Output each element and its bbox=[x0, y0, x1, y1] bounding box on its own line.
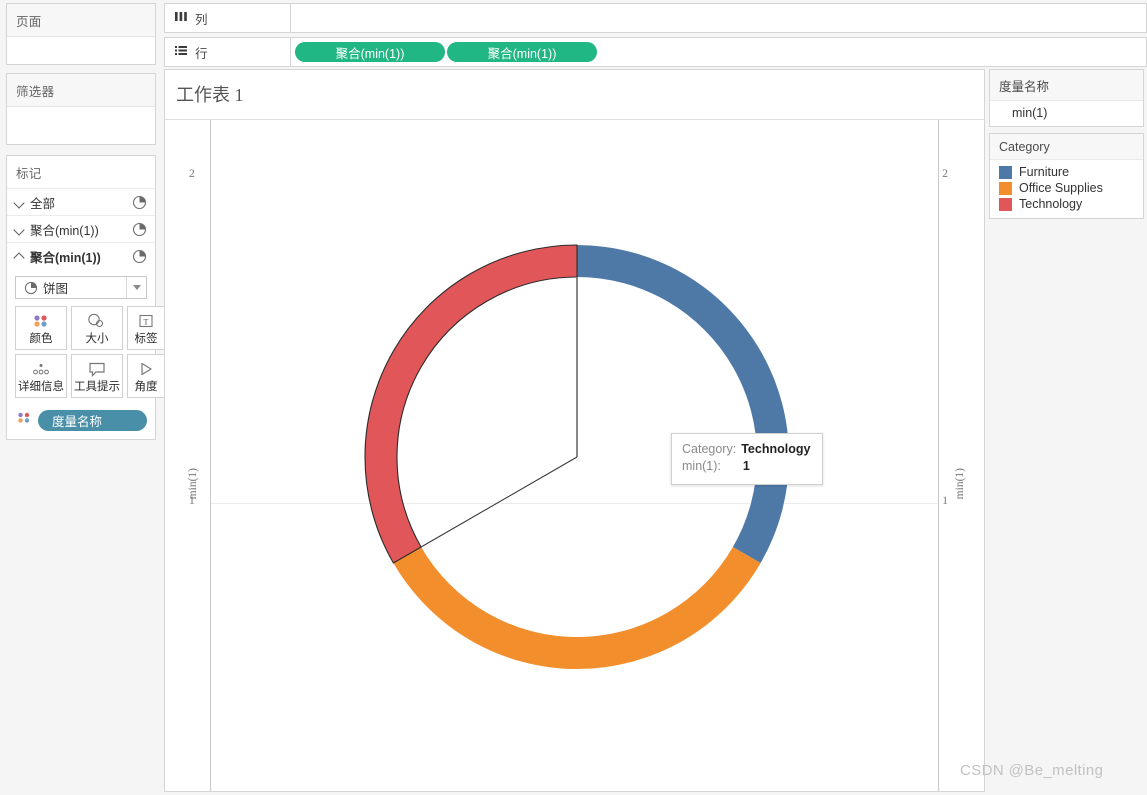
chevron-down-icon bbox=[13, 222, 27, 236]
tooltip-value-category: Technology bbox=[741, 442, 811, 456]
tooltip-button[interactable]: 工具提示 bbox=[71, 354, 123, 398]
columns-shelf-label: 列 bbox=[164, 3, 291, 33]
tooltip-button-label: 工具提示 bbox=[74, 381, 120, 393]
detail-button[interactable]: 详细信息 bbox=[15, 354, 67, 398]
pages-panel[interactable]: 页面 bbox=[6, 3, 156, 65]
rows-shelf: 行 聚合(min(1)) 聚合(min(1)) bbox=[164, 37, 1147, 67]
y-axis-title-right: min(1) bbox=[954, 468, 966, 500]
filters-panel[interactable]: 筛选器 bbox=[6, 73, 156, 145]
tooltip-row-category: Category: Technology bbox=[682, 441, 812, 458]
measure-names-legend-value[interactable]: min(1) bbox=[990, 101, 1143, 126]
label-button-label: 标签 bbox=[134, 333, 158, 345]
rows-shelf-label: 行 bbox=[164, 37, 291, 67]
detail-button-label: 详细信息 bbox=[18, 381, 64, 393]
plot-wrapper: 2 1 0 min(1) 2 1 0 min(1) bbox=[165, 119, 984, 791]
color-dots-icon bbox=[31, 311, 51, 331]
label-button[interactable]: T 标签 bbox=[127, 306, 165, 350]
pie-mark-icon bbox=[132, 195, 147, 210]
legend-item-technology[interactable]: Technology bbox=[990, 196, 1143, 212]
columns-label-text: 列 bbox=[195, 12, 208, 27]
angle-button[interactable]: 角度 bbox=[127, 354, 165, 398]
size-button[interactable]: 大小 bbox=[71, 306, 123, 350]
chevron-down-icon[interactable] bbox=[126, 277, 146, 298]
measure-names-legend: 度量名称 min(1) bbox=[989, 69, 1144, 127]
filters-title: 筛选器 bbox=[7, 74, 155, 107]
marks-color-encoding-row: 度量名称 bbox=[7, 398, 155, 431]
slice-furniture[interactable] bbox=[577, 245, 790, 563]
rows-pill-1[interactable]: 聚合(min(1)) bbox=[295, 42, 445, 62]
size-button-label: 大小 bbox=[85, 333, 109, 345]
measure-names-pill[interactable]: 度量名称 bbox=[38, 410, 147, 431]
rows-pill-2[interactable]: 聚合(min(1)) bbox=[447, 42, 597, 62]
color-button-label: 颜色 bbox=[29, 333, 53, 345]
y-axis-tick-top-right: 2 bbox=[942, 168, 948, 180]
color-dots-icon bbox=[16, 411, 32, 430]
marks-row-all[interactable]: 全部 bbox=[7, 188, 155, 215]
tooltip-value-measure: 1 bbox=[742, 459, 750, 473]
shelf-container: 列 行 聚合(min(1)) 聚合(min(1)) bbox=[164, 3, 1147, 71]
worksheet-title: 工作表 1 bbox=[176, 85, 244, 105]
angle-icon bbox=[138, 359, 154, 379]
y-axis-tick-top-left: 2 bbox=[189, 168, 195, 180]
marks-row-agg-1-label: 聚合(min(1)) bbox=[30, 223, 99, 238]
rows-label-text: 行 bbox=[195, 46, 208, 61]
marks-row-agg-2[interactable]: 聚合(min(1)) bbox=[7, 242, 155, 269]
plot-area[interactable]: Category: Technology min(1): 1 bbox=[210, 120, 939, 791]
mark-tooltip: Category: Technology min(1): 1 bbox=[671, 433, 823, 485]
color-button[interactable]: 颜色 bbox=[15, 306, 67, 350]
marks-row-agg-2-label: 聚合(min(1)) bbox=[30, 250, 101, 265]
mark-type-dropdown[interactable]: 饼图 bbox=[15, 276, 147, 299]
marks-button-grid: 颜色 大小 T 标签 详细信息 工具提示 角度 bbox=[7, 306, 165, 398]
category-legend-body: Furniture Office Supplies Technology bbox=[990, 160, 1143, 218]
marks-panel: 标记 全部 聚合(min(1)) 聚合(min(1)) 饼图 颜色 大小 T 标… bbox=[6, 155, 165, 440]
pie-mark-icon bbox=[132, 249, 147, 264]
rows-icon bbox=[174, 44, 188, 60]
highlight-line-end bbox=[420, 456, 578, 548]
marks-title: 标记 bbox=[7, 156, 155, 188]
legend-item-furniture[interactable]: Furniture bbox=[990, 164, 1143, 180]
detail-dots-icon bbox=[30, 359, 52, 379]
marks-row-all-label: 全部 bbox=[30, 196, 56, 211]
tooltip-key-measure: min(1): bbox=[682, 459, 721, 473]
svg-text:T: T bbox=[144, 317, 149, 326]
tooltip-icon bbox=[87, 359, 107, 379]
left-sidebar: 页面 筛选器 标记 全部 聚合(min(1)) 聚合(min(1)) 饼图 颜色… bbox=[0, 0, 165, 795]
y-axis-tick-mid-right: 1 bbox=[942, 495, 948, 507]
slice-office-supplies[interactable] bbox=[393, 547, 761, 670]
pie-mark-icon bbox=[132, 222, 147, 237]
label-text-icon: T bbox=[138, 311, 154, 331]
legend-label-office-supplies: Office Supplies bbox=[1019, 181, 1103, 195]
rows-drop-zone[interactable]: 聚合(min(1)) 聚合(min(1)) bbox=[291, 37, 1147, 67]
marks-card-body: 饼图 颜色 大小 T 标签 详细信息 工具提示 角度 度量名称 bbox=[7, 269, 165, 431]
chevron-down-icon bbox=[13, 195, 27, 209]
legend-label-technology: Technology bbox=[1019, 197, 1083, 211]
mark-type-value: 饼图 bbox=[43, 282, 69, 296]
legend-label-furniture: Furniture bbox=[1019, 165, 1070, 179]
tooltip-key-category: Category: bbox=[682, 442, 737, 456]
slice-technology[interactable] bbox=[364, 244, 578, 564]
category-legend-title: Category bbox=[990, 134, 1143, 160]
angle-button-label: 角度 bbox=[134, 381, 158, 393]
measure-names-legend-title: 度量名称 bbox=[990, 70, 1143, 101]
columns-drop-zone[interactable] bbox=[291, 3, 1147, 33]
pie-mark-icon bbox=[24, 281, 38, 295]
columns-icon bbox=[174, 10, 188, 26]
category-legend: Category Furniture Office Supplies Techn… bbox=[989, 133, 1144, 219]
tooltip-row-measure: min(1): 1 bbox=[682, 458, 812, 475]
size-icon bbox=[86, 311, 108, 331]
legend-swatch-technology bbox=[999, 197, 1012, 211]
legend-sidebar: 度量名称 min(1) Category Furniture Office Su… bbox=[989, 69, 1144, 225]
chevron-up-icon bbox=[13, 249, 27, 263]
donut-chart-render[interactable] bbox=[211, 120, 942, 794]
y-axis-title-left: min(1) bbox=[187, 468, 199, 500]
legend-swatch-office-supplies bbox=[999, 181, 1012, 195]
legend-swatch-furniture bbox=[999, 165, 1012, 179]
visualization-pane: 工作表 1 2 1 0 min(1) 2 1 0 min(1) bbox=[164, 69, 985, 792]
columns-shelf: 列 bbox=[164, 3, 1147, 33]
pages-title: 页面 bbox=[7, 4, 155, 37]
tableau-worksheet-window: 页面 筛选器 标记 全部 聚合(min(1)) 聚合(min(1)) 饼图 颜色… bbox=[0, 0, 1147, 795]
marks-row-agg-1[interactable]: 聚合(min(1)) bbox=[7, 215, 155, 242]
watermark-text: CSDN @Be_melting bbox=[960, 762, 1104, 779]
legend-item-office-supplies[interactable]: Office Supplies bbox=[990, 180, 1143, 196]
